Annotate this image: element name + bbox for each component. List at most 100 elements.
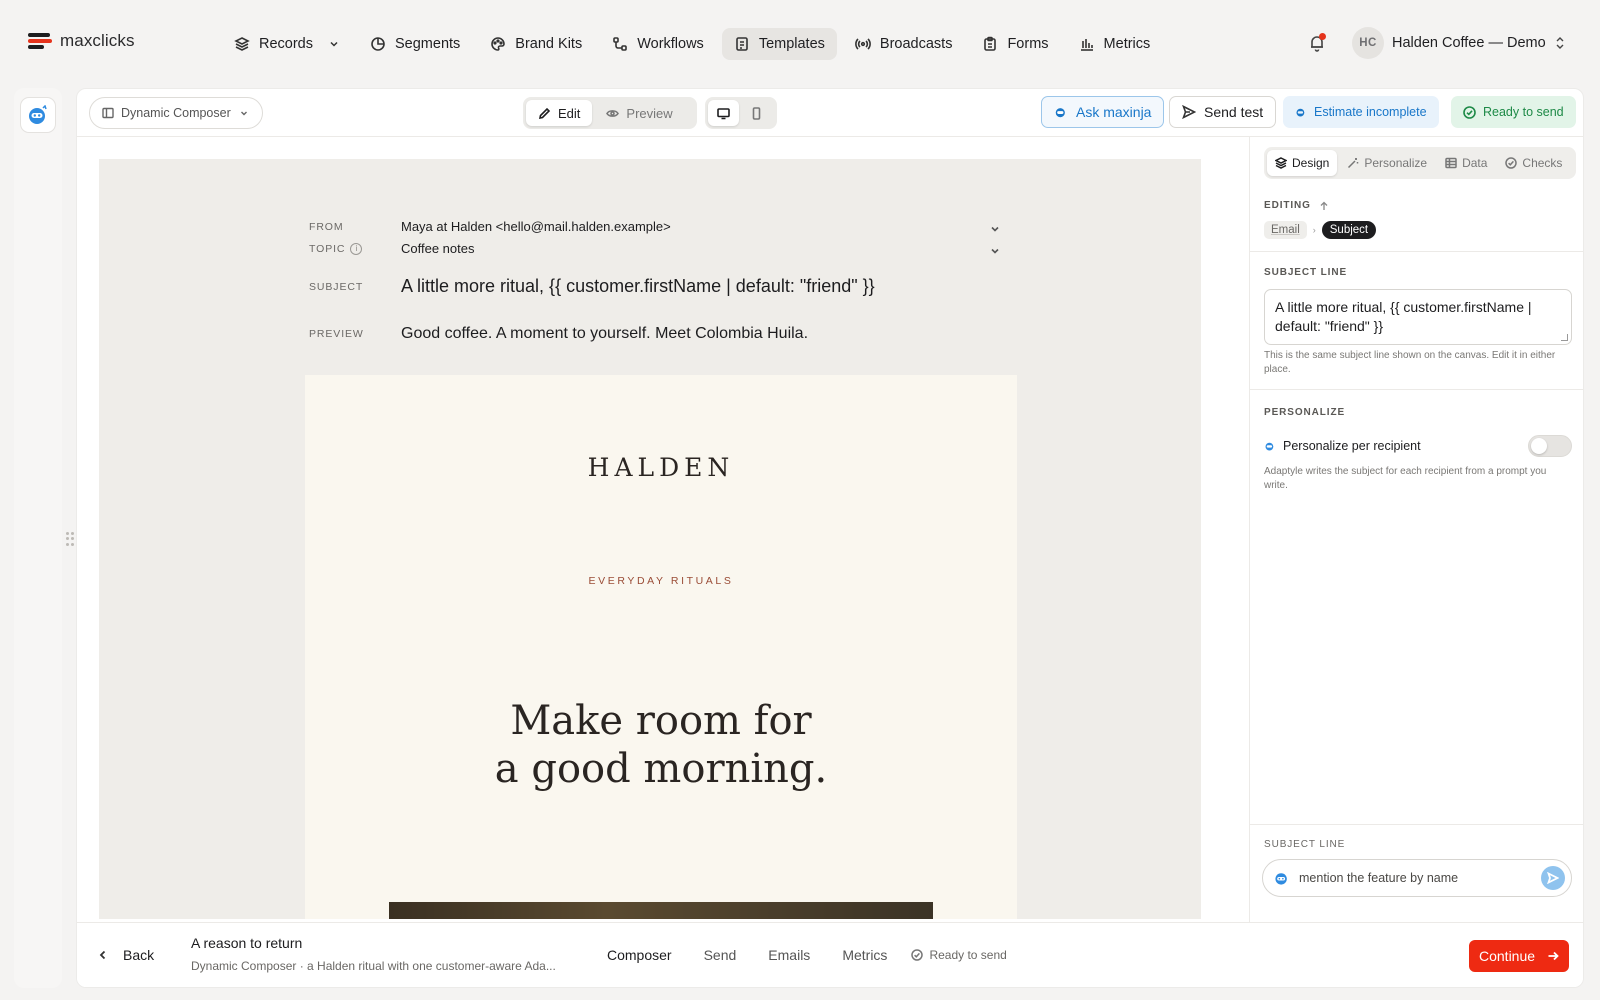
- bar-chart-icon: [1079, 36, 1095, 52]
- brand-name: maxclicks: [60, 31, 135, 50]
- workflow-icon: [612, 36, 628, 52]
- personalize-label: PERSONALIZE: [1264, 407, 1346, 418]
- resize-grip-icon[interactable]: [1561, 334, 1568, 341]
- nav-label-metrics: Metrics: [1103, 36, 1151, 52]
- topic-row[interactable]: TOPIC i Coffee notes: [309, 241, 474, 256]
- topic-value: Coffee notes: [401, 241, 475, 256]
- notifications-button[interactable]: [1308, 33, 1328, 54]
- headline-line-1: Make room for: [510, 698, 812, 744]
- chevron-down-icon: [991, 226, 999, 232]
- divider: [1250, 251, 1583, 252]
- nav-item-forms[interactable]: Forms: [970, 28, 1060, 60]
- prompt-send-button[interactable]: [1541, 866, 1565, 890]
- subject-label: SUBJECT: [309, 280, 364, 293]
- arrow-up-icon[interactable]: [1319, 201, 1329, 211]
- send-test-button[interactable]: Send test: [1169, 96, 1277, 128]
- continue-button[interactable]: Continue: [1469, 940, 1570, 972]
- nav-label-broadcasts: Broadcasts: [879, 36, 953, 52]
- panel-resize-handle[interactable]: [66, 532, 74, 546]
- email-headline[interactable]: Make room for a good morning.: [305, 697, 1017, 793]
- check-circle-icon: [911, 949, 924, 961]
- estimate-label: Estimate incomplete: [1314, 105, 1427, 119]
- subject-line-textarea[interactable]: A little more ritual, {{ customer.firstN…: [1264, 289, 1572, 345]
- back-label: Back: [123, 947, 155, 963]
- tab-personalize[interactable]: Personalize: [1339, 150, 1435, 176]
- nav-item-records[interactable]: Records: [222, 28, 352, 60]
- nav-label-templates: Templates: [758, 36, 825, 52]
- inspector-panel: Design Personalize Data Checks EDITING E…: [1249, 137, 1583, 922]
- prompt-label: SUBJECT LINE: [1264, 839, 1346, 850]
- personalize-toggle[interactable]: [1528, 435, 1572, 457]
- tab-metrics[interactable]: Metrics: [842, 947, 887, 963]
- table-icon: [1445, 157, 1457, 169]
- nav-item-broadcasts[interactable]: Broadcasts: [843, 28, 965, 60]
- columns-icon: [102, 107, 114, 119]
- account-switcher[interactable]: HC Halden Coffee — Demo: [1352, 27, 1566, 59]
- preview-row[interactable]: PREVIEW Good coffee. A moment to yoursel…: [309, 325, 808, 343]
- assistant-prompt-input[interactable]: mention the feature by name: [1262, 859, 1572, 897]
- mobile-icon: [752, 106, 761, 120]
- composer-mode-dropdown[interactable]: Dynamic Composer: [89, 97, 263, 129]
- chevron-down-icon: [991, 248, 999, 254]
- from-dropdown[interactable]: [989, 222, 1001, 234]
- subject-value[interactable]: A little more ritual, {{ customer.firstN…: [401, 276, 875, 297]
- nav-label-workflows: Workflows: [637, 36, 704, 52]
- magic-wand-icon: [1348, 158, 1359, 169]
- edit-tab[interactable]: Edit: [526, 100, 593, 126]
- topic-dropdown[interactable]: [989, 244, 1001, 256]
- nav-item-workflows[interactable]: Workflows: [600, 28, 716, 60]
- preview-text-value[interactable]: Good coffee. A moment to yourself. Meet …: [401, 325, 808, 343]
- nav-label-segments: Segments: [395, 36, 461, 52]
- tab-design[interactable]: Design: [1267, 150, 1338, 176]
- inspector-tabs: Design Personalize Data Checks: [1264, 147, 1576, 179]
- chevron-down-icon: [240, 111, 247, 116]
- assistant-button[interactable]: [20, 97, 56, 133]
- tab-checks[interactable]: Checks: [1497, 150, 1570, 176]
- nav-item-segments[interactable]: Segments: [358, 28, 472, 60]
- nav-item-templates[interactable]: Templates: [721, 28, 837, 60]
- back-button[interactable]: Back: [97, 947, 154, 963]
- robot-assistant-icon: [29, 105, 47, 124]
- bottom-bar: Back A reason to return Dynamic Composer…: [77, 922, 1583, 987]
- estimate-status-badge[interactable]: Estimate incomplete: [1283, 96, 1439, 128]
- editing-heading: EDITING: [1264, 200, 1329, 211]
- eye-icon: [606, 109, 620, 117]
- subject-row[interactable]: SUBJECT A little more ritual, {{ custome…: [309, 276, 875, 297]
- ask-maxinja-button[interactable]: Ask maxinja: [1041, 96, 1165, 128]
- mobile-view-button[interactable]: [741, 100, 772, 126]
- main-nav: Records Segments Brand Kits Workflows Te…: [222, 28, 1162, 60]
- brand-logo[interactable]: maxclicks: [28, 30, 135, 52]
- desktop-view-button[interactable]: [708, 100, 739, 126]
- tab-composer[interactable]: Composer: [607, 947, 672, 963]
- account-name: Halden Coffee — Demo: [1392, 35, 1546, 51]
- ready-status-badge[interactable]: Ready to send: [1451, 96, 1576, 128]
- nav-item-metrics[interactable]: Metrics: [1067, 28, 1163, 60]
- tab-checks-label: Checks: [1522, 156, 1563, 170]
- notification-dot: [1319, 33, 1326, 40]
- left-rail: [14, 88, 62, 988]
- prompt-text: mention the feature by name: [1299, 871, 1459, 885]
- tab-design-label: Design: [1292, 156, 1330, 170]
- broadcast-icon: [855, 36, 871, 52]
- subject-line-text: A little more ritual, {{ customer.firstN…: [1275, 299, 1532, 334]
- breadcrumb-subject[interactable]: Subject: [1321, 221, 1377, 239]
- from-row[interactable]: FROM Maya at Halden <hello@mail.halden.e…: [309, 219, 671, 234]
- topic-label: TOPIC: [309, 242, 346, 255]
- email-body[interactable]: HALDEN EVERYDAY RITUALS Make room for a …: [305, 375, 1017, 919]
- nav-item-brand-kits[interactable]: Brand Kits: [478, 28, 594, 60]
- ready-label: Ready to send: [1483, 105, 1564, 119]
- check-circle-icon: [1463, 105, 1476, 119]
- edit-preview-toggle: Edit Preview: [523, 97, 697, 129]
- assistant-prompt-area: SUBJECT LINE mention the feature by name: [1249, 824, 1583, 914]
- tab-send[interactable]: Send: [704, 947, 737, 963]
- email-canvas: FROM Maya at Halden <hello@mail.halden.e…: [99, 159, 1201, 919]
- breadcrumb-email[interactable]: Email: [1264, 221, 1307, 239]
- nav-label-records: Records: [259, 36, 313, 52]
- hero-image[interactable]: [389, 902, 933, 919]
- layers-icon: [1275, 157, 1287, 169]
- tab-data[interactable]: Data: [1437, 150, 1495, 176]
- info-icon[interactable]: i: [350, 242, 363, 255]
- preview-tab[interactable]: Preview: [594, 100, 684, 126]
- tab-emails[interactable]: Emails: [768, 947, 810, 963]
- breadcrumb: Email › Subject: [1264, 221, 1377, 239]
